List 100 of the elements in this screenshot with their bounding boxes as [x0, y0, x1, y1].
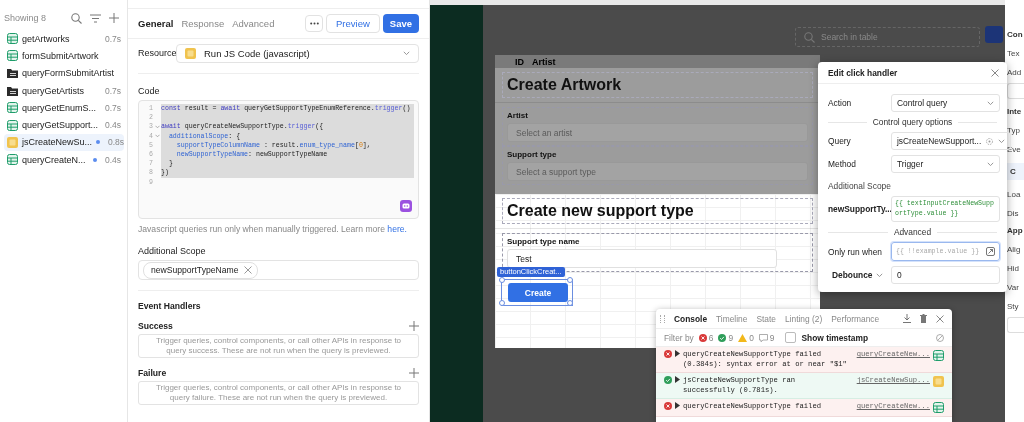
table-icon	[7, 102, 18, 114]
field-label: Resource	[138, 48, 176, 58]
editor-tab[interactable]: General	[138, 18, 182, 29]
chevron-down-icon	[998, 138, 1006, 144]
select-field[interactable]: Control query	[891, 94, 1000, 112]
resize-handle[interactable]	[567, 277, 573, 283]
console-tab[interactable]: Timeline	[716, 313, 748, 324]
filter-icon[interactable]	[90, 13, 101, 23]
success-icon	[718, 333, 727, 342]
console-tab[interactable]: State	[756, 313, 776, 324]
trash-icon[interactable]	[920, 314, 927, 323]
editor-tab[interactable]: Response	[181, 18, 233, 29]
query-list-item[interactable]: queryGetEnumS... 0.7s	[4, 99, 124, 117]
help-text: Javascript queries run only when manually triggered. Learn more here.	[137, 223, 408, 234]
empty-handlers-box: Trigger queries, control components, or call other APIs in response to query success. These are not run when the query is previewed.	[138, 334, 419, 358]
debounce-dropdown[interactable]: Debounce	[828, 270, 891, 280]
console-tab[interactable]: Linting (2)	[784, 313, 823, 324]
resize-handle[interactable]	[499, 300, 505, 306]
editor-tab[interactable]: Advanced	[232, 18, 283, 29]
field-label: Artist	[507, 111, 529, 120]
expand-icon[interactable]	[986, 247, 995, 256]
table-icon	[933, 402, 944, 413]
download-icon[interactable]	[903, 314, 911, 323]
list-item[interactable]: C	[1007, 163, 1024, 180]
field-label: Success	[138, 321, 173, 331]
error-icon	[664, 402, 672, 410]
filter-label: Filter by	[664, 332, 694, 343]
create-button[interactable]: Create	[508, 283, 568, 302]
input-field[interactable]: 0	[891, 266, 1000, 284]
query-list-item[interactable]: queryFormSubmitArtist	[4, 64, 124, 82]
clear-icon[interactable]	[936, 333, 944, 342]
section-label: Control query options	[872, 117, 953, 127]
field-label: Sty	[1007, 302, 1020, 311]
console-tab[interactable]: Console	[674, 313, 708, 324]
column-header: ID	[515, 56, 524, 67]
field-label: Additional Scope	[827, 181, 892, 191]
query-list-item[interactable]: formSubmitArtwork	[4, 47, 124, 65]
chevron-down-icon	[403, 50, 410, 56]
checkbox-label: Show timestamp	[801, 332, 869, 343]
expand-caret-icon[interactable]	[675, 350, 680, 357]
learn-more-link[interactable]: here.	[387, 224, 407, 234]
resource-select[interactable]: Run JS Code (javascript)	[176, 43, 419, 63]
plus-icon[interactable]	[409, 321, 419, 331]
field-label: Method	[828, 159, 857, 169]
field-label: Failure	[138, 368, 167, 378]
log-filter[interactable]: 6	[698, 332, 714, 343]
expand-caret-icon[interactable]	[675, 402, 680, 409]
resize-handle[interactable]	[499, 277, 505, 283]
scope-tag[interactable]: newSupportTypeName	[143, 261, 259, 279]
modal-title: Create Artwork	[502, 72, 813, 98]
checkbox[interactable]	[785, 332, 797, 343]
search-icon[interactable]	[71, 12, 82, 24]
more-button[interactable]	[305, 15, 323, 32]
field-label: Query	[828, 136, 852, 146]
field-label: Dis	[1007, 209, 1020, 218]
log-filter[interactable]: 9	[718, 332, 734, 343]
target-icon[interactable]	[985, 136, 995, 146]
section-title: App	[1007, 226, 1024, 235]
save-button[interactable]: Save	[382, 14, 419, 33]
close-icon[interactable]	[936, 314, 944, 323]
field-label: Typ	[1007, 126, 1021, 135]
dialog-title: Edit click handler	[828, 67, 898, 78]
bot-icon[interactable]	[400, 200, 412, 212]
query-list-item[interactable]: queryCreateN... 0.4s	[4, 151, 124, 169]
field-label: Add	[1007, 68, 1023, 77]
field-label: Loa	[1007, 190, 1022, 199]
preview-button[interactable]: Preview	[326, 14, 380, 33]
plus-icon[interactable]	[409, 368, 419, 378]
select-field[interactable]: Trigger	[891, 155, 1000, 173]
query-list-item[interactable]: queryGetArtists 0.7s	[4, 81, 124, 100]
field-label: Additional Scope	[137, 245, 207, 258]
input-field[interactable]	[1007, 317, 1024, 333]
expand-caret-icon[interactable]	[675, 376, 680, 383]
text-input[interactable]: Test	[507, 249, 777, 268]
plus-icon[interactable]	[109, 13, 119, 23]
log-filter[interactable]: 0	[738, 332, 754, 343]
drag-handle[interactable]	[660, 314, 665, 323]
log-filter[interactable]: 9	[758, 332, 775, 343]
query-list-item[interactable]: jsCreateNewSu... 0.8s	[4, 133, 124, 152]
script-icon	[185, 47, 196, 59]
error-icon	[698, 333, 707, 342]
search-icon	[804, 31, 815, 43]
section-title: Event Handlers	[137, 300, 202, 311]
success-icon	[664, 376, 672, 384]
query-list-item[interactable]: queryGetSupport... 0.4s	[4, 116, 124, 134]
chevron-down-icon	[987, 161, 994, 167]
field-label: Support type	[507, 150, 558, 159]
chevron-down-icon	[987, 100, 994, 106]
query-list-item[interactable]: getArtworks 0.7s	[4, 30, 124, 48]
table-icon	[933, 350, 944, 361]
folder-icon	[7, 68, 18, 79]
close-icon[interactable]	[991, 68, 999, 77]
field-label: Only run when	[828, 246, 883, 257]
message-icon	[758, 333, 768, 342]
code-editor[interactable]	[138, 100, 419, 219]
field-label: Action	[828, 98, 853, 108]
scope-field[interactable]: newSupportTypeName	[138, 260, 419, 280]
modal-title: Create new support type	[502, 198, 813, 224]
close-icon[interactable]	[244, 266, 253, 274]
console-tab[interactable]: Performance	[831, 313, 880, 324]
